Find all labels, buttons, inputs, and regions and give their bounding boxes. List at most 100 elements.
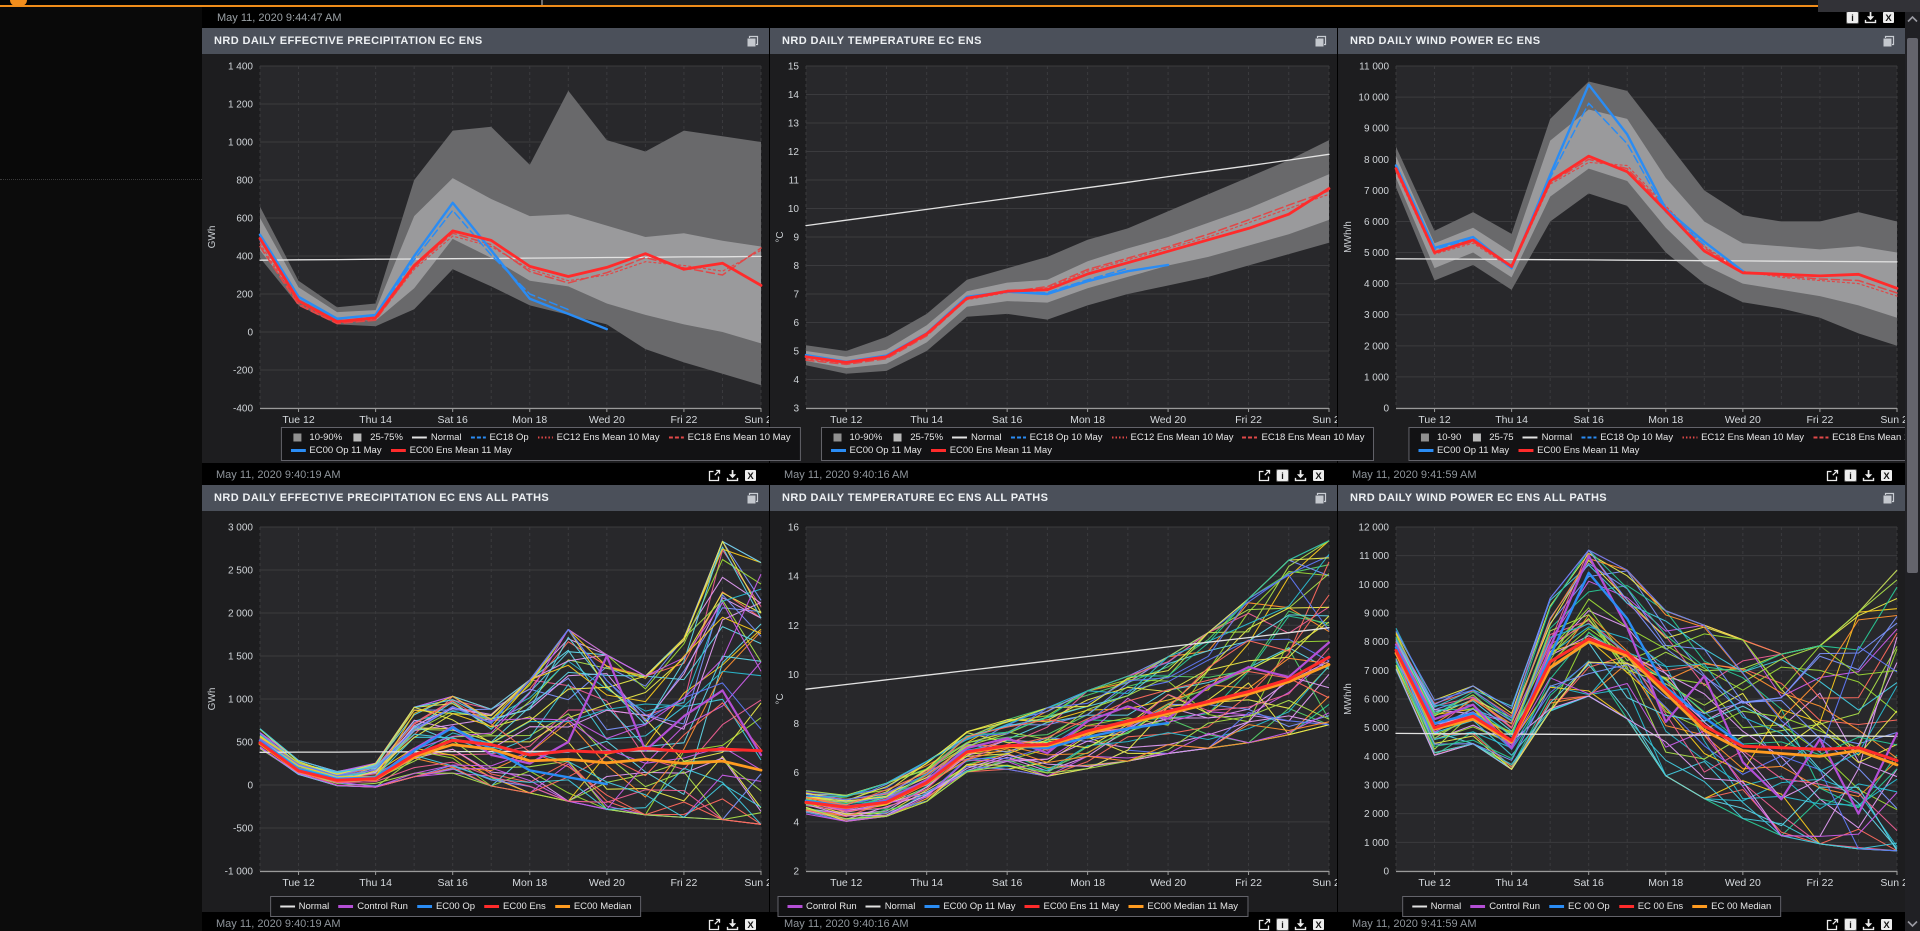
x-tick-label: Wed 20 bbox=[1150, 877, 1186, 889]
export-icon[interactable] bbox=[1826, 918, 1839, 931]
legend-item-normal[interactable]: Normal bbox=[280, 900, 330, 913]
excel-icon[interactable]: X bbox=[1880, 469, 1893, 482]
download-icon[interactable] bbox=[1862, 918, 1875, 931]
info-icon[interactable]: i bbox=[1844, 918, 1857, 931]
y-tick-label: 0 bbox=[247, 328, 253, 339]
excel-icon[interactable]: X bbox=[1882, 11, 1895, 24]
info-icon[interactable]: i bbox=[1846, 11, 1859, 24]
legend-item-ec12-ens-mean-10-may[interactable]: EC12 Ens Mean 10 May bbox=[1682, 431, 1804, 444]
legend-item-25-75[interactable]: 25-75% bbox=[351, 431, 403, 444]
legend-item-10-90[interactable]: 10-90% bbox=[290, 431, 342, 444]
x-tick-label: Tue 12 bbox=[830, 877, 862, 889]
chart-canvas: 1514131211109876543Tue 12Thu 14Sat 16Mon… bbox=[770, 54, 1337, 458]
info-icon[interactable]: i bbox=[1276, 469, 1289, 482]
legend-item-ec18-op[interactable]: EC18 Op bbox=[471, 431, 529, 444]
restore-icon[interactable] bbox=[1314, 492, 1327, 505]
panel-title: NRD DAILY TEMPERATURE EC ENS ALL PATHS bbox=[782, 492, 1048, 504]
legend-item-10-90[interactable]: 10-90 bbox=[1418, 431, 1461, 444]
download-icon[interactable] bbox=[726, 918, 739, 931]
legend-item-normal[interactable]: Normal bbox=[1412, 900, 1462, 913]
legend-item-ec00-op-11-may[interactable]: EC00 Op 11 May bbox=[831, 444, 922, 457]
legend-marker bbox=[952, 433, 967, 442]
legend-item-ec18-ens-mean-10-may[interactable]: EC18 Ens Mean 10 May bbox=[669, 431, 791, 444]
legend-item-ec18-op-10-may[interactable]: EC18 Op 10 May bbox=[1011, 431, 1103, 444]
legend-item-normal[interactable]: Normal bbox=[866, 900, 916, 913]
legend-marker bbox=[484, 902, 499, 911]
x-tick-label: Thu 14 bbox=[1495, 877, 1528, 889]
download-icon[interactable] bbox=[1294, 469, 1307, 482]
x-tick-label: Tue 12 bbox=[1418, 414, 1450, 426]
chevron-down-icon[interactable] bbox=[1906, 917, 1919, 930]
legend-marker bbox=[891, 433, 906, 442]
legend-item-ec-00-median[interactable]: EC 00 Median bbox=[1692, 900, 1771, 913]
export-icon[interactable] bbox=[1258, 918, 1271, 931]
download-icon[interactable] bbox=[726, 469, 739, 482]
legend-item-ec00-op-11-may[interactable]: EC00 Op 11 May bbox=[1418, 444, 1509, 457]
legend-item-control-run[interactable]: Control Run bbox=[787, 900, 857, 913]
legend-item-control-run[interactable]: Control Run bbox=[338, 900, 408, 913]
legend-item-ec00-op-11-may[interactable]: EC00 Op 11 May bbox=[924, 900, 1015, 913]
restore-icon[interactable] bbox=[1882, 492, 1895, 505]
y-tick-label: 16 bbox=[788, 523, 800, 534]
y-axis-label: MWh/h bbox=[1343, 221, 1354, 253]
info-icon[interactable]: i bbox=[1844, 469, 1857, 482]
legend-item-ec18-ens-mean-10-may[interactable]: EC18 Ens Mean 10 May bbox=[1813, 431, 1920, 444]
legend-item-ec00-op-11-may[interactable]: EC00 Op 11 May bbox=[290, 444, 381, 457]
scrollbar-thumb[interactable] bbox=[1907, 38, 1918, 573]
chart-canvas: 3 0002 5002 0001 5001 0005000-500-1 000T… bbox=[202, 511, 769, 907]
legend-marker bbox=[555, 902, 570, 911]
download-icon[interactable] bbox=[1294, 918, 1307, 931]
legend-item-ec12-ens-mean-10-may[interactable]: EC12 Ens Mean 10 May bbox=[1112, 431, 1234, 444]
y-tick-label: 8 000 bbox=[1364, 155, 1389, 166]
legend-label: EC00 Median bbox=[574, 900, 632, 913]
legend-item-control-run[interactable]: Control Run bbox=[1470, 900, 1540, 913]
legend-item-ec00-ens-mean-11-may[interactable]: EC00 Ens Mean 11 May bbox=[391, 444, 512, 457]
legend-item-ec00-median[interactable]: EC00 Median bbox=[555, 900, 632, 913]
legend-item-ec-00-ens[interactable]: EC 00 Ens bbox=[1619, 900, 1683, 913]
legend-item-ec00-op[interactable]: EC00 Op bbox=[417, 900, 475, 913]
chart-canvas: 1 4001 2001 0008006004002000-200-400Tue … bbox=[202, 54, 769, 458]
legend-item-ec18-ens-mean-10-may[interactable]: EC18 Ens Mean 10 May bbox=[1243, 431, 1365, 444]
restore-icon[interactable] bbox=[746, 492, 759, 505]
legend-label: Normal bbox=[1431, 900, 1462, 913]
export-icon[interactable] bbox=[708, 918, 721, 931]
legend-item-ec00-median-11-may[interactable]: EC00 Median 11 May bbox=[1128, 900, 1238, 913]
legend-item-ec00-ens-mean-11-may[interactable]: EC00 Ens Mean 11 May bbox=[1518, 444, 1639, 457]
legend-item-ec-00-op[interactable]: EC 00 Op bbox=[1549, 900, 1610, 913]
restore-icon[interactable] bbox=[746, 35, 759, 48]
legend-item-25-75[interactable]: 25-75% bbox=[891, 431, 943, 444]
panel-nrd-daily-wind-power-ec-ens: NRD DAILY WIND POWER EC ENS11 00010 0009… bbox=[1338, 28, 1905, 482]
legend-item-normal[interactable]: Normal bbox=[1523, 431, 1573, 444]
legend-marker bbox=[1470, 433, 1485, 442]
export-icon[interactable] bbox=[1258, 469, 1271, 482]
legend-marker bbox=[280, 902, 295, 911]
excel-icon[interactable]: X bbox=[1312, 469, 1325, 482]
legend-item-10-90[interactable]: 10-90% bbox=[831, 431, 883, 444]
legend-item-ec00-ens[interactable]: EC00 Ens bbox=[484, 900, 546, 913]
restore-icon[interactable] bbox=[1882, 35, 1895, 48]
chevron-up-icon[interactable] bbox=[1906, 13, 1919, 26]
x-tick-label: Wed 20 bbox=[1150, 414, 1186, 426]
y-tick-label: 6 bbox=[793, 318, 799, 329]
export-icon[interactable] bbox=[708, 469, 721, 482]
legend-item-normal[interactable]: Normal bbox=[952, 431, 1002, 444]
vertical-scrollbar[interactable] bbox=[1905, 12, 1920, 931]
legend-item-ec12-ens-mean-10-may[interactable]: EC12 Ens Mean 10 May bbox=[538, 431, 660, 444]
restore-icon[interactable] bbox=[1314, 35, 1327, 48]
legend-item-ec00-ens-11-may[interactable]: EC00 Ens 11 May bbox=[1024, 900, 1119, 913]
legend-item-25-75[interactable]: 25-75 bbox=[1470, 431, 1513, 444]
excel-icon[interactable]: X bbox=[1880, 918, 1893, 931]
excel-icon[interactable]: X bbox=[744, 918, 757, 931]
legend-item-ec00-ens-mean-11-may[interactable]: EC00 Ens Mean 11 May bbox=[931, 444, 1052, 457]
excel-icon[interactable]: X bbox=[1312, 918, 1325, 931]
export-icon[interactable] bbox=[1826, 469, 1839, 482]
info-icon[interactable]: i bbox=[1276, 918, 1289, 931]
chart-legend: 10-90 25-75 Normal EC18 Op 10 May EC12 Ens M… bbox=[1408, 427, 1920, 461]
excel-icon[interactable]: X bbox=[744, 469, 757, 482]
download-icon[interactable] bbox=[1864, 11, 1877, 24]
x-tick-label: Mon 18 bbox=[512, 414, 547, 426]
legend-item-normal[interactable]: Normal bbox=[412, 431, 462, 444]
legend-item-ec18-op-10-may[interactable]: EC18 Op 10 May bbox=[1581, 431, 1673, 444]
panel-title: NRD DAILY WIND POWER EC ENS bbox=[1350, 35, 1541, 47]
download-icon[interactable] bbox=[1862, 469, 1875, 482]
